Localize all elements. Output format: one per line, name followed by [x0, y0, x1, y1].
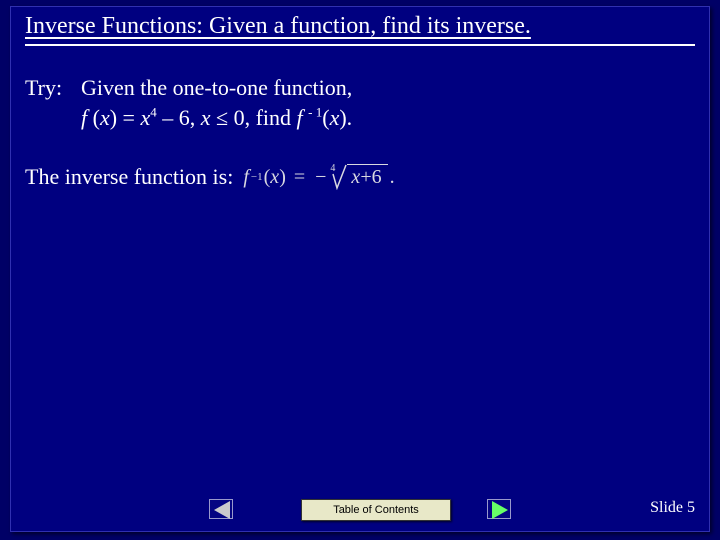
fx-x: x — [100, 105, 110, 130]
slide: Inverse Functions: Given a function, fin… — [10, 6, 710, 532]
rad-x: x — [351, 164, 360, 191]
fx2-x: x — [330, 105, 340, 130]
answer-label: The inverse function is: — [25, 162, 243, 192]
fx-xbase: x — [140, 105, 150, 130]
rad-six: 6 — [372, 164, 382, 191]
formula-eq: = — [294, 164, 305, 191]
footer: Table of Contents Slide 5 — [11, 491, 709, 521]
title-underline — [25, 44, 695, 46]
root-icon: 4 x + 6 — [332, 164, 387, 190]
fx-eq: = — [117, 105, 140, 130]
formula-period: . — [390, 164, 395, 191]
formula-sup: −1 — [251, 170, 263, 185]
slide-body: Try: Given the one-to-one function, f (x… — [25, 73, 695, 192]
fx-xvar: x — [201, 105, 216, 130]
fx-zero: 0 — [234, 105, 245, 130]
fx-f: f — [81, 105, 93, 130]
answer-row: The inverse function is: f−1(x) = − 4 x … — [25, 162, 695, 192]
le-symbol: ≤ — [216, 105, 234, 130]
rad-plus: + — [360, 164, 371, 191]
slide-number: Slide 5 — [650, 499, 695, 517]
fx2-close: ). — [339, 105, 352, 130]
radicand: x + 6 — [347, 164, 387, 190]
answer-formula: f−1(x) = − 4 x + 6 . — [243, 164, 394, 191]
try-label: Try: — [25, 73, 81, 103]
try-block: Try: Given the one-to-one function, — [25, 73, 695, 103]
triangle-left-icon — [214, 501, 230, 519]
root-index: 4 — [330, 162, 335, 176]
fx-f2: f — [297, 105, 309, 130]
triangle-right-icon — [492, 501, 508, 519]
fx-negexp: - 1 — [308, 104, 322, 119]
fx-find: , find — [245, 105, 297, 130]
try-line2: f (x) = x4 – 6, x ≤ 0, find f - 1(x). — [81, 103, 695, 133]
formula-neg: − — [315, 164, 326, 191]
next-button[interactable] — [485, 499, 515, 521]
toc-label: Table of Contents — [333, 504, 419, 516]
try-line1: Given the one-to-one function, — [81, 73, 695, 103]
formula-f: f — [243, 164, 249, 191]
title-area: Inverse Functions: Given a function, fin… — [25, 13, 695, 46]
slide-title: Inverse Functions: Given a function, fin… — [25, 13, 695, 42]
formula-close: ) — [279, 164, 286, 191]
formula-x: x — [270, 164, 279, 191]
fx-mid: – 6, — [157, 105, 201, 130]
fx-open: ( — [93, 105, 100, 130]
fx2-open: ( — [322, 105, 329, 130]
toc-button[interactable]: Table of Contents — [301, 499, 451, 521]
fx-close: ) — [110, 105, 117, 130]
prev-button[interactable] — [207, 499, 237, 521]
